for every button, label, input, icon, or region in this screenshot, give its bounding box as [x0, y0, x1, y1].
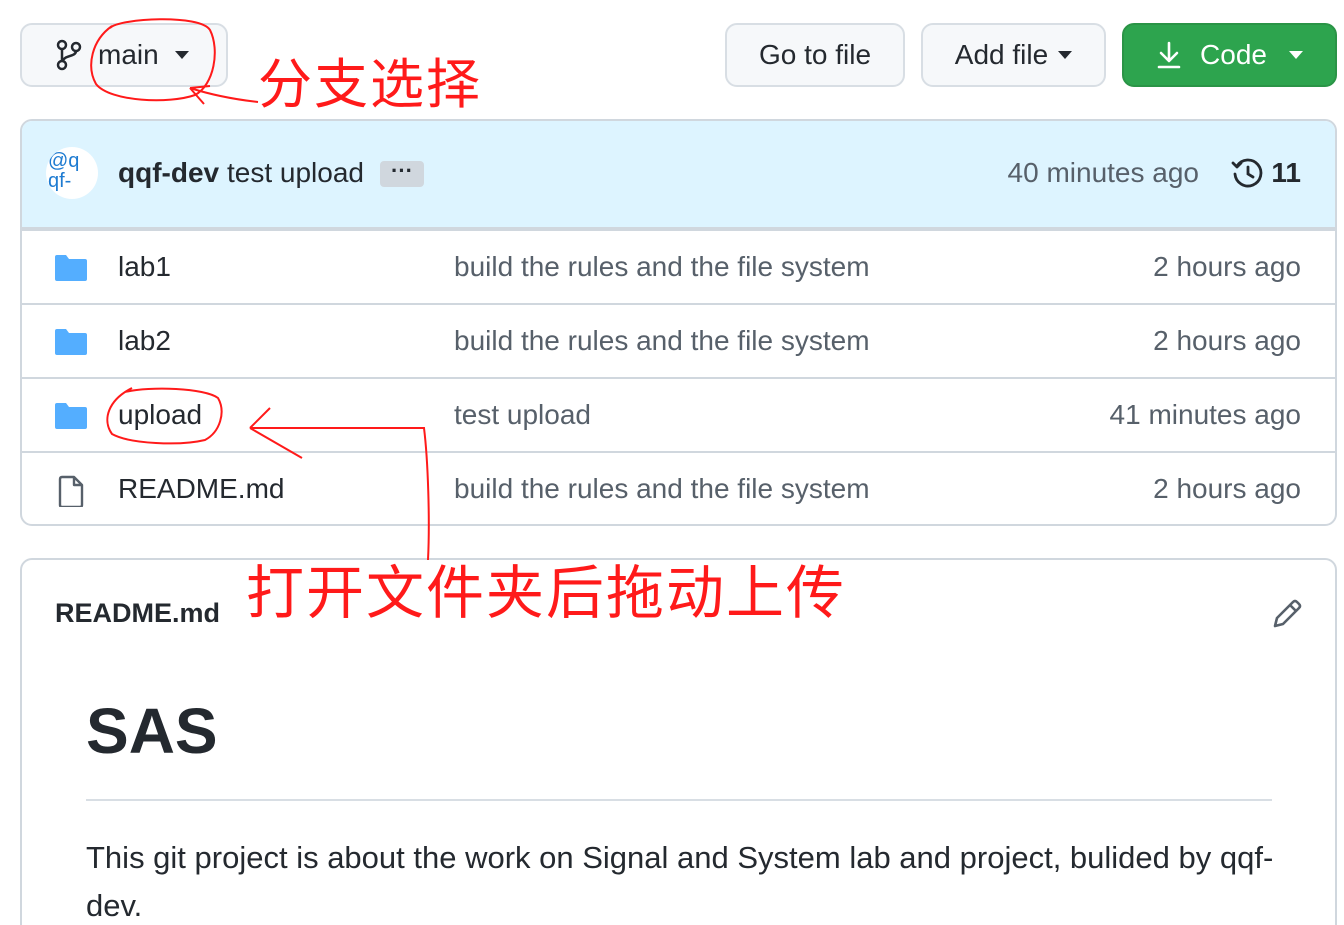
file-row[interactable]: upload test upload 41 minutes ago: [22, 377, 1335, 451]
branch-name: main: [98, 39, 159, 70]
chevron-down-icon: [174, 51, 189, 59]
folder-icon: [55, 255, 87, 281]
readme-title[interactable]: README.md: [55, 598, 220, 629]
avatar[interactable]: @q qf-: [46, 147, 98, 199]
branch-annotation-text: 分支选择: [258, 53, 482, 116]
commit-time[interactable]: 40 minutes ago: [1008, 157, 1199, 189]
go-to-file-label: Go to file: [758, 39, 872, 70]
go-to-file-button[interactable]: Go to file: [725, 23, 905, 87]
git-branch-icon: [56, 39, 82, 71]
code-button[interactable]: Code: [1122, 23, 1337, 87]
code-label: Code: [1200, 39, 1267, 70]
divider: [86, 799, 1272, 801]
folder-icon: [55, 403, 87, 429]
file-row[interactable]: README.md build the rules and the file s…: [22, 451, 1335, 524]
commit-author[interactable]: qqf-dev: [118, 157, 219, 189]
chevron-down-icon: [1058, 51, 1073, 59]
file-name[interactable]: lab1: [118, 251, 171, 283]
commit-expand-button[interactable]: ···: [380, 160, 424, 187]
branch-select-button[interactable]: main: [20, 23, 228, 87]
folder-icon: [55, 329, 87, 355]
avatar-text: @q qf-: [48, 150, 80, 192]
download-icon: [1157, 41, 1181, 69]
file-time: 2 hours ago: [1153, 473, 1301, 504]
file-name[interactable]: upload: [118, 399, 202, 431]
file-browser: @q qf- qqf-dev test upload ··· 40 minute…: [20, 119, 1337, 526]
add-file-button[interactable]: Add file: [921, 23, 1106, 87]
commit-message[interactable]: test upload: [227, 157, 364, 189]
file-name[interactable]: README.md: [118, 473, 284, 505]
pencil-icon[interactable]: [1271, 598, 1303, 630]
file-time: 2 hours ago: [1153, 251, 1301, 282]
file-icon: [58, 475, 84, 507]
readme-paragraph: This git project is about the work on Si…: [86, 840, 1274, 923]
commit-count[interactable]: 11: [1271, 157, 1301, 189]
file-time: 2 hours ago: [1153, 325, 1301, 356]
history-icon[interactable]: [1231, 157, 1265, 191]
readme-heading: SAS: [86, 695, 218, 767]
file-commit-message[interactable]: build the rules and the file system: [454, 251, 870, 283]
file-name[interactable]: lab2: [118, 325, 171, 357]
file-commit-message[interactable]: build the rules and the file system: [454, 325, 870, 357]
file-commit-message[interactable]: test upload: [454, 399, 591, 431]
branch-arrow-annotation: [189, 85, 259, 105]
add-file-label: Add file: [954, 39, 1049, 70]
file-time: 41 minutes ago: [1109, 399, 1301, 430]
chevron-down-icon: [1288, 51, 1303, 59]
file-row[interactable]: lab1 build the rules and the file system…: [22, 229, 1335, 303]
upload-annotation-text: 打开文件夹后拖动上传: [246, 559, 847, 627]
file-row[interactable]: lab2 build the rules and the file system…: [22, 303, 1335, 377]
file-commit-message[interactable]: build the rules and the file system: [454, 473, 870, 505]
latest-commit-bar: @q qf- qqf-dev test upload ··· 40 minute…: [22, 121, 1335, 229]
